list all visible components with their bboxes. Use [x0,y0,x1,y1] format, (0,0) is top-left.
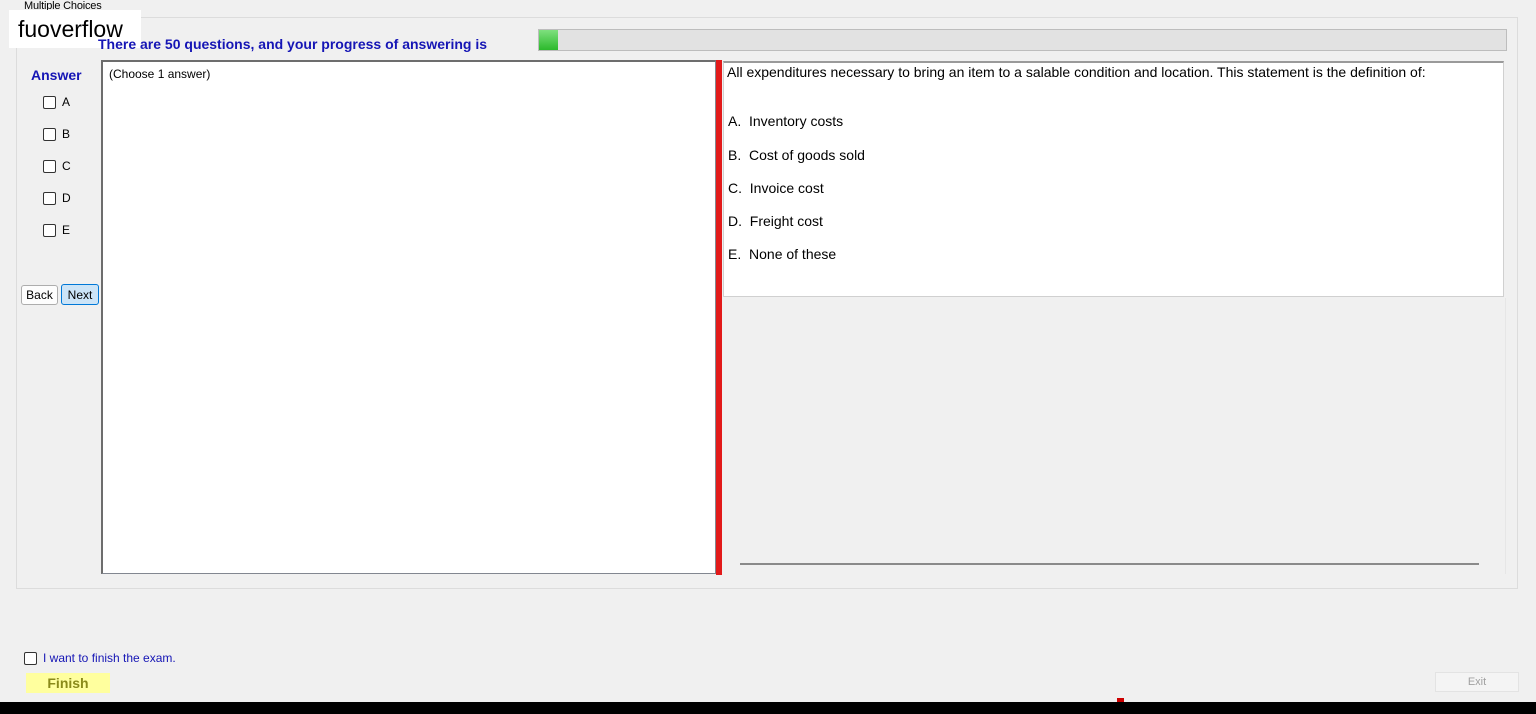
choose-hint: (Choose 1 answer) [109,67,211,81]
answer-option-b[interactable]: B [43,126,70,142]
checkbox-d[interactable] [43,191,56,205]
answer-option-label: B [62,127,71,141]
taskbar [0,702,1536,714]
finish-button[interactable]: Finish [26,673,110,693]
choice-c: C. Invoice cost [728,180,824,196]
back-button[interactable]: Back [21,285,58,305]
answer-option-c[interactable]: C [43,158,71,174]
answer-option-label: A [62,95,71,109]
choice-e: E. None of these [728,246,837,262]
progress-bar-fill [539,30,559,50]
progress-bar [538,29,1507,51]
checkbox-e[interactable] [43,223,56,237]
finish-exam-checkbox-row[interactable]: I want to finish the exam. [24,651,176,665]
answer-option-label: D [62,191,71,205]
answer-heading: Answer [31,67,82,83]
progress-label: There are 50 questions, and your progres… [98,36,487,52]
checkbox-c[interactable] [43,159,56,173]
finish-exam-checkbox[interactable] [24,651,37,665]
choice-a: A. Inventory costs [728,113,844,129]
exit-button[interactable]: Exit [1435,672,1519,692]
finish-exam-label: I want to finish the exam. [43,651,176,665]
checkbox-a[interactable] [43,95,56,109]
answer-option-e[interactable]: E [43,222,70,238]
next-button[interactable]: Next [61,284,99,305]
choice-b: B. Cost of goods sold [728,147,865,163]
panel-splitter[interactable] [716,60,722,575]
answer-option-label: E [62,223,71,237]
question-panel: All expenditures necessary to bring an i… [723,61,1504,297]
answer-option-d[interactable]: D [43,190,71,206]
choice-d: D. Freight cost [728,213,823,229]
question-lower-area [723,298,1506,574]
checkbox-b[interactable] [43,127,56,141]
answer-option-a[interactable]: A [43,94,70,110]
taskbar-indicator [1117,698,1124,702]
answer-text-panel[interactable]: (Choose 1 answer) [101,60,716,574]
question-text: All expenditures necessary to bring an i… [727,64,1426,80]
answer-option-label: C [62,159,71,173]
horizontal-scrollbar[interactable] [740,563,1479,565]
